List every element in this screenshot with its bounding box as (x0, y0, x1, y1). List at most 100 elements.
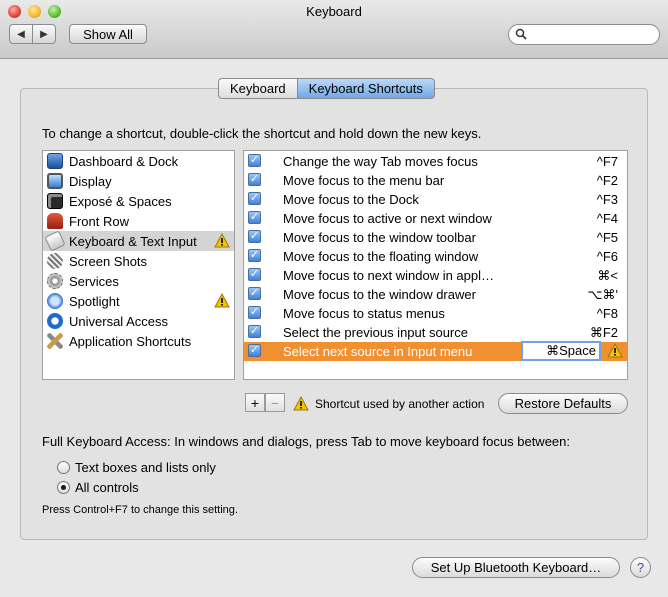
shortcut-action: Move focus to status menus (283, 306, 445, 321)
category-label: Services (69, 273, 119, 289)
shortcut-row[interactable]: ✓ Move focus to active or next window ^F… (244, 209, 627, 228)
shortcut-list[interactable]: ✓ Change the way Tab moves focus ^F7 ✓ M… (243, 150, 628, 380)
shortcut-row[interactable]: ✓ Change the way Tab moves focus ^F7 (244, 152, 627, 171)
shortcut-action: Move focus to next window in appl… (283, 268, 494, 283)
shortcut-checkbox[interactable]: ✓ (248, 344, 261, 357)
shortcut-key[interactable]: ^F5 (597, 230, 618, 245)
category-services[interactable]: Services (43, 271, 234, 291)
shortcut-action: Move focus to the window toolbar (283, 230, 476, 245)
shortcut-row[interactable]: ✓ Move focus to next window in appl… ⌘< (244, 266, 627, 285)
shortcut-row[interactable]: ✓ Move focus to the Dock ^F3 (244, 190, 627, 209)
services-gear-icon (47, 273, 63, 289)
shortcut-checkbox[interactable]: ✓ (248, 192, 261, 205)
show-all-button[interactable]: Show All (69, 24, 147, 44)
category-label: Application Shortcuts (69, 333, 192, 349)
radio-label: All controls (75, 480, 139, 495)
forward-button[interactable]: ▶ (32, 24, 56, 44)
category-label: Keyboard & Text Input (69, 233, 197, 249)
category-front-row[interactable]: Front Row (43, 211, 234, 231)
shortcut-action: Move focus to active or next window (283, 211, 492, 226)
shortcut-action: Move focus to the menu bar (283, 173, 445, 188)
shortcut-checkbox[interactable]: ✓ (248, 287, 261, 300)
category-keyboard-text-input[interactable]: Keyboard & Text Input (43, 230, 234, 252)
instructions-text: To change a shortcut, double-click the s… (42, 126, 482, 141)
shortcut-key-editor[interactable]: ⌘Space (521, 341, 601, 361)
add-shortcut-button[interactable]: + (245, 393, 265, 412)
full-keyboard-access-label: Full Keyboard Access: In windows and dia… (42, 434, 570, 449)
shortcut-row[interactable]: ✓ Select the previous input source ⌘F2 (244, 323, 627, 342)
shortcut-key[interactable]: ⌘< (597, 268, 618, 284)
screen-shots-icon (47, 253, 63, 269)
category-expose-spaces[interactable]: Exposé & Spaces (43, 191, 234, 211)
remove-shortcut-button[interactable]: − (265, 393, 285, 412)
category-spotlight[interactable]: Spotlight (43, 291, 234, 311)
tab-keyboard-shortcuts[interactable]: Keyboard Shortcuts (296, 78, 435, 99)
warning-icon (607, 343, 623, 358)
category-label: Front Row (69, 213, 129, 229)
keyboard-icon (44, 230, 66, 252)
category-label: Exposé & Spaces (69, 193, 172, 209)
shortcut-checkbox[interactable]: ✓ (248, 173, 261, 186)
radio-all-controls[interactable]: All controls (57, 480, 139, 495)
search-input[interactable] (529, 26, 657, 44)
category-label: Screen Shots (69, 253, 148, 269)
warning-icon (214, 233, 230, 248)
control-f7-hint: Press Control+F7 to change this setting. (42, 504, 238, 516)
shortcut-row[interactable]: ✓ Move focus to the menu bar ^F2 (244, 171, 627, 190)
shortcut-action: Move focus to the floating window (283, 249, 479, 264)
radio-label: Text boxes and lists only (75, 460, 216, 475)
category-label: Dashboard & Dock (69, 153, 179, 169)
back-button[interactable]: ◀ (9, 24, 33, 44)
shortcut-row[interactable]: ✓ Move focus to status menus ^F8 (244, 304, 627, 323)
radio-button[interactable] (57, 461, 70, 474)
category-display[interactable]: Display (43, 171, 234, 191)
shortcut-key[interactable]: ^F3 (597, 192, 618, 207)
back-arrow-icon: ◀ (17, 28, 25, 40)
shortcut-key[interactable]: ⌥⌘' (588, 287, 618, 303)
shortcut-key[interactable]: ^F7 (597, 154, 618, 169)
warning-icon (214, 293, 230, 308)
restore-defaults-button[interactable]: Restore Defaults (498, 393, 628, 414)
category-screen-shots[interactable]: Screen Shots (43, 251, 234, 271)
category-label: Universal Access (69, 313, 168, 329)
shortcut-key[interactable]: ^F2 (597, 173, 618, 188)
shortcut-checkbox[interactable]: ✓ (248, 249, 261, 262)
shortcut-checkbox[interactable]: ✓ (248, 306, 261, 319)
shortcut-checkbox[interactable]: ✓ (248, 154, 261, 167)
category-dashboard-dock[interactable]: Dashboard & Dock (43, 151, 234, 171)
bluetooth-keyboard-button[interactable]: Set Up Bluetooth Keyboard… (412, 557, 620, 578)
radio-text-boxes-lists[interactable]: Text boxes and lists only (57, 460, 216, 475)
radio-button-selected[interactable] (57, 481, 70, 494)
category-application-shortcuts[interactable]: Application Shortcuts (43, 331, 234, 351)
front-row-icon (47, 213, 63, 229)
shortcut-key[interactable]: ^F4 (597, 211, 618, 226)
window-titlebar: Keyboard ◀ ▶ Show All (0, 0, 668, 59)
universal-access-icon (47, 313, 63, 329)
shortcut-action: Select the previous input source (283, 325, 468, 340)
display-icon (47, 173, 63, 189)
category-universal-access[interactable]: Universal Access (43, 311, 234, 331)
shortcut-row[interactable]: ✓ Move focus to the window toolbar ^F5 (244, 228, 627, 247)
app-shortcuts-icon (47, 333, 63, 349)
tab-keyboard[interactable]: Keyboard (218, 78, 297, 99)
shortcut-row-selected[interactable]: ✓ Select next source in Input menu ⌘Spac… (244, 341, 627, 361)
shortcut-checkbox[interactable]: ✓ (248, 268, 261, 281)
shortcut-key[interactable]: ⌘F2 (590, 325, 618, 341)
category-label: Spotlight (69, 293, 120, 309)
forward-arrow-icon: ▶ (40, 28, 48, 40)
shortcut-checkbox[interactable]: ✓ (248, 211, 261, 224)
shortcut-row[interactable]: ✓ Move focus to the floating window ^F6 (244, 247, 627, 266)
shortcut-action: Move focus to the window drawer (283, 287, 476, 302)
shortcut-row[interactable]: ✓ Move focus to the window drawer ⌥⌘' (244, 285, 627, 304)
category-list[interactable]: Dashboard & Dock Display Exposé & Spaces… (42, 150, 235, 380)
help-button[interactable]: ? (630, 557, 651, 578)
shortcut-action: Move focus to the Dock (283, 192, 419, 207)
shortcut-checkbox[interactable]: ✓ (248, 325, 261, 338)
legend-text: Shortcut used by another action (315, 396, 485, 411)
shortcut-checkbox[interactable]: ✓ (248, 230, 261, 243)
shortcut-key[interactable]: ^F6 (597, 249, 618, 264)
category-label: Display (69, 173, 112, 189)
search-field[interactable] (508, 24, 660, 45)
search-icon (515, 28, 527, 40)
shortcut-key[interactable]: ^F8 (597, 306, 618, 321)
